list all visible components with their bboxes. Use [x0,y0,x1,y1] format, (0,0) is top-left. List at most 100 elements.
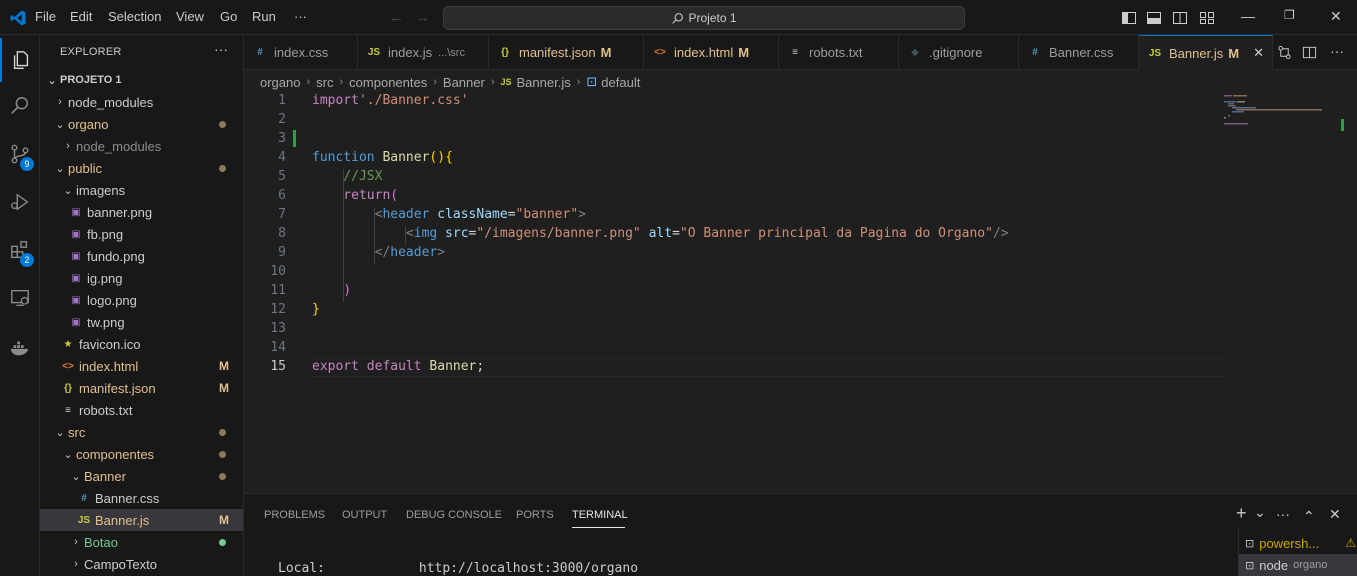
tree-item-logo-png[interactable]: ▣ logo.png [40,289,243,311]
tree-item-ig-png[interactable]: ▣ ig.png [40,267,243,289]
code-line: 13 [244,319,1224,338]
breadcrumb-item[interactable]: Banner.js [517,75,571,90]
minimap[interactable] [1224,93,1344,153]
customize-layout-icon[interactable] [1199,10,1215,26]
tab-label: index.js [388,45,433,60]
breadcrumb-item[interactable]: organo [260,75,300,90]
tree-item-public[interactable]: ⌄ public [40,157,243,179]
js-file-icon: JS [500,77,512,87]
close-panel-icon[interactable]: ✕ [1329,506,1341,523]
toggle-secondary-sidebar-icon[interactable] [1172,10,1188,26]
minimize-icon[interactable]: — [1241,8,1255,24]
panel-more-button[interactable]: ··· [1276,506,1290,522]
tree-item-manifest-json[interactable]: {} manifest.json M [40,377,243,399]
code-token: export [312,359,367,374]
command-center-search[interactable]: Projeto 1 [443,6,965,30]
terminal-dropdown-icon[interactable]: ⌄ [1254,504,1266,521]
status-dot [219,120,226,128]
explorer-root[interactable]: ⌄ PROJETO 1 [40,69,243,91]
tab-label: manifest.json [519,45,596,60]
toggle-panel-icon[interactable] [1146,10,1162,26]
tab-banner-js[interactable]: JS Banner.js M ✕ [1139,35,1273,70]
tree-item-botao[interactable]: › Botao [40,531,243,553]
terminal-item-node[interactable]: ⊡ node organo [1239,554,1357,576]
new-terminal-button[interactable]: + [1236,503,1247,524]
code-token: className [429,207,508,222]
tab-robots-txt[interactable]: ≡ robots.txt [779,35,899,70]
editor-more-button[interactable]: ··· [1330,43,1344,59]
tab-ports[interactable]: PORTS [516,509,554,521]
menu-selection[interactable]: Selection [108,9,161,24]
open-changes-icon[interactable] [1277,45,1292,60]
tab-index-css[interactable]: # index.css [244,35,358,70]
tab-label: index.html [674,45,734,60]
extensions-icon[interactable]: 2 [0,228,40,272]
status-dot [219,472,226,480]
code-editor[interactable]: 1 import'./Banner.css' 2 3 4 function Banner(… [244,93,1357,493]
remote-explorer-icon[interactable] [0,276,40,320]
tab-banner-css[interactable]: # Banner.css [1019,35,1139,70]
tree-item-banner-png[interactable]: ▣ banner.png [40,201,243,223]
breadcrumb-item[interactable]: Banner [443,75,485,90]
explorer-more-button[interactable]: ··· [214,41,228,57]
tree-item-node-modules[interactable]: › node_modules [40,91,243,113]
tree-item-tw-png[interactable]: ▣ tw.png [40,311,243,333]
tree-item-banner-css[interactable]: # Banner.css [40,487,243,509]
tree-item-banner-js[interactable]: JS Banner.js M [40,509,243,531]
tree-item-organo[interactable]: ⌄ organo [40,113,243,135]
tree-item-fundo-png[interactable]: ▣ fundo.png [40,245,243,267]
tree-item-node-modules[interactable]: › node_modules [40,135,243,157]
tree-item-campotexto[interactable]: › CampoTexto [40,553,243,575]
line-number: 15 [270,359,286,374]
breadcrumb-item[interactable]: src [316,75,333,90]
tab-index-html[interactable]: <> index.html M [644,35,779,70]
split-editor-icon[interactable] [1302,45,1317,60]
back-arrow-icon[interactable]: ← [389,9,404,26]
tree-item-favicon-ico[interactable]: ★ favicon.ico [40,333,243,355]
menu-edit[interactable]: Edit [70,9,92,24]
menu-more[interactable]: ··· [294,9,307,24]
code-token: //JSX [312,169,383,184]
run-debug-icon[interactable] [0,180,40,224]
tree-item-label: banner.png [87,204,153,220]
tree-item-componentes[interactable]: ⌄ componentes [40,443,243,465]
tree-item-banner[interactable]: ⌄ Banner [40,465,243,487]
breadcrumb-item[interactable]: default [601,75,640,90]
line-number: 8 [278,226,286,241]
restore-icon[interactable]: ❐ [1284,8,1295,22]
tab-output[interactable]: OUTPUT [342,509,387,521]
toggle-sidebar-icon[interactable] [1121,10,1137,26]
tree-item-src[interactable]: ⌄ src [40,421,243,443]
menu-run[interactable]: Run [252,9,276,24]
tab-problems[interactable]: PROBLEMS [264,509,325,521]
window-close-icon[interactable]: ✕ [1330,8,1342,25]
chevron-right-icon: › [74,536,78,548]
explorer-activity-icon[interactable] [0,38,40,82]
tab-index-js[interactable]: JS index.js ...\src [358,35,489,70]
close-tab-icon[interactable]: ✕ [1253,45,1264,61]
tab-terminal[interactable]: TERMINAL [572,509,628,521]
docker-icon[interactable] [0,326,40,370]
text-file-icon: ≡ [65,404,71,416]
tree-item-robots-txt[interactable]: ≡ robots.txt [40,399,243,421]
menu-file[interactable]: File [35,9,56,24]
tab-manifest-json[interactable]: {} manifest.json M [489,35,644,70]
tab-debug-console[interactable]: DEBUG CONSOLE [406,509,502,521]
chevron-right-icon: › [490,76,495,88]
terminal-item-powershell[interactable]: ⊡ powersh... ⚠ [1239,532,1357,554]
tree-item-fb-png[interactable]: ▣ fb.png [40,223,243,245]
tree-item-index-html[interactable]: <> index.html M [40,355,243,377]
menu-view[interactable]: View [176,9,204,24]
source-control-icon[interactable]: 9 [0,132,40,176]
tree-item-label: componentes [76,446,155,462]
modified-badge: M [219,513,229,527]
code-token: img [413,226,438,241]
code-token: ; [476,359,485,374]
search-activity-icon[interactable] [0,84,40,128]
tree-item-imagens[interactable]: ⌄ imagens [40,179,243,201]
tab-gitignore[interactable]: ◆ .gitignore [899,35,1019,70]
breadcrumb-item[interactable]: componentes [349,75,427,90]
forward-arrow-icon[interactable]: → [415,9,430,26]
maximize-panel-icon[interactable]: ⌃ [1303,508,1315,525]
menu-go[interactable]: Go [220,9,237,24]
